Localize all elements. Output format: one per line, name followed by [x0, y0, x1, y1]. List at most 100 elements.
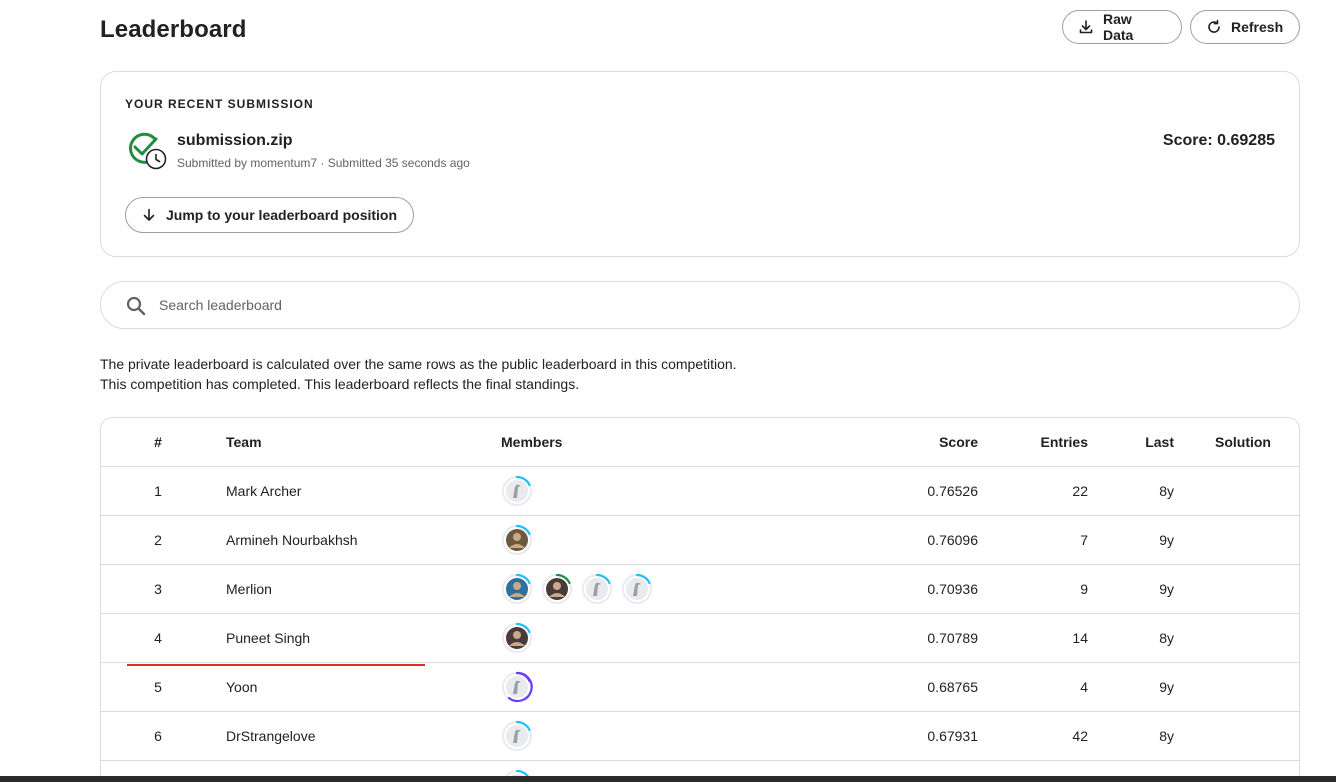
last-submission-cell: 9y: [1159, 679, 1174, 695]
page-header: Leaderboard Raw Data Refresh: [100, 0, 1300, 60]
submission-meta: Submitted by momentum7 · Submitted 35 se…: [177, 156, 470, 170]
arrow-down-icon: [143, 208, 155, 221]
refresh-icon: [1208, 19, 1220, 33]
col-header-members: Members: [501, 434, 563, 450]
team-name[interactable]: Yoon: [226, 663, 496, 711]
jump-to-position-button[interactable]: Jump to your leaderboard position: [125, 197, 415, 233]
leaderboard-table: # Team Members Score Entries Last Soluti…: [100, 417, 1300, 782]
photo-avatar: [502, 524, 532, 555]
member-avatar[interactable]: [501, 573, 533, 605]
table-row[interactable]: 1 Mark Archer 0.76526 22 8y: [101, 467, 1299, 516]
members-cell: [501, 467, 921, 515]
medal-cutoff-line: [127, 664, 425, 666]
member-avatar[interactable]: [581, 573, 613, 605]
col-header-rank[interactable]: #: [101, 418, 215, 466]
window-bottom-edge: [0, 776, 1336, 782]
member-avatar[interactable]: [501, 524, 533, 556]
table-row[interactable]: 3 Merlion 0.70936 9 9y: [101, 565, 1299, 614]
note-competition-completed: This competition has completed. This lea…: [100, 376, 580, 392]
last-submission-cell: 8y: [1159, 728, 1174, 744]
note-private-leaderboard: The private leaderboard is calculated ov…: [100, 356, 737, 372]
rank-cell: 1: [154, 483, 162, 499]
team-name[interactable]: Mark Archer: [226, 467, 496, 515]
default-avatar: [622, 573, 652, 604]
submission-filename[interactable]: submission.zip: [177, 132, 293, 150]
entries-cell: 4: [1080, 679, 1088, 695]
members-cell: [501, 712, 921, 760]
refresh-label: Refresh: [1231, 19, 1284, 35]
rank-cell: 5: [154, 679, 162, 695]
refresh-button[interactable]: Refresh: [1190, 10, 1300, 44]
solution-cell: [1201, 467, 1271, 515]
table-row[interactable]: 5 Yoon 0.68765 4 9y: [101, 663, 1299, 712]
rank-cell: 3: [154, 581, 162, 597]
leaderboard-notes: The private leaderboard is calculated ov…: [100, 354, 737, 394]
team-name[interactable]: Merlion: [226, 565, 496, 613]
last-submission-cell: 9y: [1159, 532, 1174, 548]
submission-score: Score: 0.69285: [1162, 132, 1275, 149]
submission-status-icon: [129, 132, 167, 170]
entries-cell: 7: [1080, 532, 1088, 548]
members-cell: [501, 516, 921, 564]
solution-cell: [1201, 565, 1271, 613]
solution-cell: [1201, 614, 1271, 662]
table-row[interactable]: 4 Puneet Singh 0.70789 14 8y: [101, 614, 1299, 663]
rank-cell: 4: [154, 630, 162, 646]
member-avatars: [501, 712, 921, 760]
member-avatar[interactable]: [541, 573, 573, 605]
member-avatar[interactable]: [501, 671, 533, 703]
search-bar: [100, 281, 1300, 329]
col-header-solution: Solution: [1215, 434, 1271, 450]
photo-avatar: [502, 573, 532, 604]
entries-cell: 42: [1072, 728, 1088, 744]
team-name[interactable]: Armineh Nourbakhsh: [226, 516, 496, 564]
members-cell: [501, 663, 921, 711]
team-name[interactable]: DrStrangelove: [226, 712, 496, 760]
member-avatars: [501, 565, 921, 613]
entries-cell: 22: [1072, 483, 1088, 499]
raw-data-button[interactable]: Raw Data: [1062, 10, 1182, 44]
last-submission-cell: 9y: [1159, 581, 1174, 597]
member-avatars: [501, 614, 921, 662]
table-header-row: # Team Members Score Entries Last Soluti…: [101, 418, 1299, 467]
solution-cell: [1201, 663, 1271, 711]
search-icon: [126, 296, 146, 316]
col-header-score[interactable]: Score: [881, 418, 978, 466]
col-header-entries[interactable]: Entries: [1001, 418, 1088, 466]
member-avatar[interactable]: [501, 720, 533, 752]
photo-avatar: [502, 622, 532, 653]
default-avatar: [502, 671, 533, 703]
last-submission-cell: 8y: [1159, 630, 1174, 646]
table-body: 1 Mark Archer 0.76526 22 8y 2 Armineh Nourbakh…: [101, 467, 1299, 782]
member-avatars: [501, 467, 921, 515]
search-input[interactable]: [159, 282, 1259, 328]
member-avatar[interactable]: [621, 573, 653, 605]
solution-cell: [1201, 516, 1271, 564]
member-avatars: [501, 663, 921, 711]
entries-cell: 9: [1080, 581, 1088, 597]
rank-cell: 2: [154, 532, 162, 548]
member-avatar[interactable]: [501, 475, 533, 507]
recent-submission-heading: YOUR RECENT SUBMISSION: [125, 97, 314, 111]
default-avatar: [502, 720, 532, 751]
jump-label: Jump to your leaderboard position: [166, 207, 398, 223]
last-submission-cell: 8y: [1159, 483, 1174, 499]
members-cell: [501, 565, 921, 613]
member-avatars: [501, 516, 921, 564]
download-icon: [1079, 20, 1093, 34]
raw-data-label: Raw Data: [1103, 11, 1134, 43]
default-avatar: [582, 573, 612, 604]
member-avatar[interactable]: [501, 622, 533, 654]
members-cell: [501, 614, 921, 662]
default-avatar: [502, 475, 532, 506]
page-title: Leaderboard: [100, 16, 247, 43]
col-header-last[interactable]: Last: [1111, 418, 1174, 466]
team-name[interactable]: Puneet Singh: [226, 614, 496, 662]
entries-cell: 14: [1072, 630, 1088, 646]
table-row[interactable]: 6 DrStrangelove 0.67931 42 8y: [101, 712, 1299, 761]
table-row[interactable]: 2 Armineh Nourbakhsh 0.76096 7 9y: [101, 516, 1299, 565]
solution-cell: [1201, 712, 1271, 760]
recent-submission-card: YOUR RECENT SUBMISSION submission.zip Su…: [100, 71, 1300, 257]
rank-cell: 6: [154, 728, 162, 744]
col-header-team[interactable]: Team: [226, 418, 496, 466]
